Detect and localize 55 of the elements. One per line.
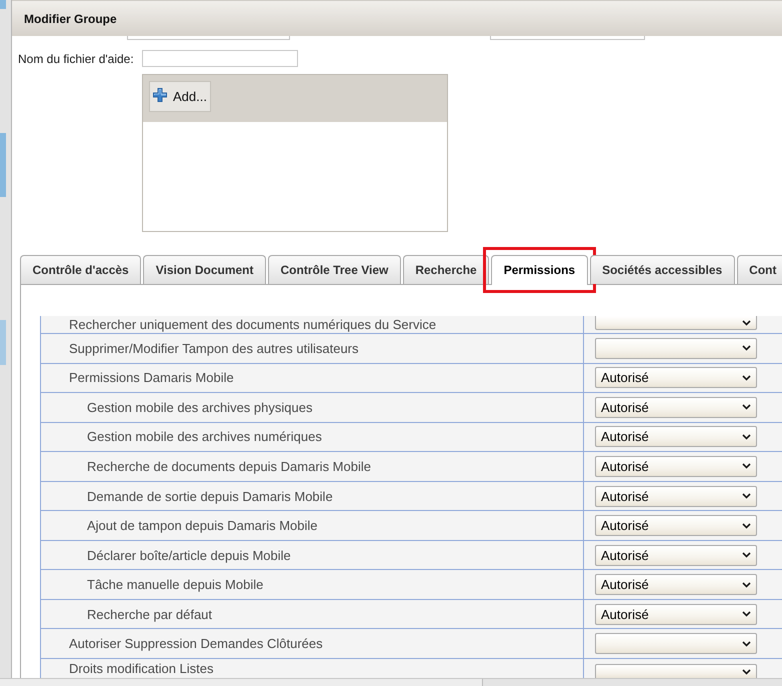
tab[interactable]: Permissions — [491, 255, 588, 285]
permission-name: Supprimer/Modifier Tampon des autres utilisateurs — [41, 334, 584, 364]
permission-select[interactable]: Autorisé — [595, 574, 757, 596]
permission-name: Tâche manuelle depuis Mobile — [41, 570, 584, 600]
text-field[interactable] — [490, 36, 645, 40]
tab[interactable]: Contrôle d'accès — [20, 255, 142, 284]
permission-name: Recherche de documents depuis Damaris Mobile — [41, 452, 584, 482]
permission-name: Droits modification Listes — [41, 659, 584, 678]
permission-select[interactable]: Autorisé — [595, 604, 757, 625]
chevron-down-icon — [742, 374, 751, 381]
permission-select[interactable] — [595, 316, 757, 330]
permission-select[interactable]: Autorisé — [595, 486, 757, 506]
plus-icon — [153, 88, 167, 102]
chevron-down-icon — [742, 434, 751, 440]
tab[interactable]: Sociétés accessibles — [590, 255, 735, 284]
permission-name: Ajout de tampon depuis Damaris Mobile — [41, 511, 584, 541]
chevron-down-icon — [742, 582, 751, 588]
permission-select[interactable]: Autorisé — [595, 544, 757, 566]
permission-name: Demande de sortie depuis Damaris Mobile — [41, 482, 584, 512]
permission-select[interactable]: Autorisé — [595, 515, 757, 536]
chevron-down-icon — [742, 320, 751, 326]
tab[interactable]: Contrôle Tree View — [268, 255, 401, 284]
horizontal-scrollbar[interactable] — [0, 678, 782, 686]
text-field[interactable] — [127, 36, 290, 40]
permission-name: Déclarer boîte/article depuis Mobile — [41, 540, 584, 570]
permission-name: Autoriser Suppression Demandes Clôturées — [41, 629, 584, 660]
permission-select[interactable]: Autorisé — [595, 456, 757, 477]
add-button[interactable]: Add... — [149, 81, 211, 112]
chevron-down-icon — [742, 668, 751, 675]
permission-name: Permissions Damaris Mobile — [41, 364, 584, 394]
chevron-down-icon — [742, 463, 751, 470]
permission-name: Gestion mobile des archives physiques — [41, 393, 584, 423]
chevron-down-icon — [742, 552, 751, 558]
permission-select[interactable]: Autorisé — [595, 367, 757, 388]
tab[interactable]: Cont — [736, 255, 782, 284]
chevron-down-icon — [742, 404, 751, 410]
scrollbar-thumb[interactable] — [0, 679, 483, 686]
tab[interactable]: Vision Document — [143, 255, 266, 284]
tab[interactable]: Recherche — [402, 255, 490, 284]
chevron-down-icon — [742, 345, 751, 352]
help-file-label: Nom du fichier d'aide: — [18, 52, 135, 66]
permission-name: Gestion mobile des archives numériques — [41, 422, 584, 452]
permission-select[interactable] — [595, 633, 757, 654]
permission-select[interactable]: Autorisé — [595, 426, 757, 448]
chevron-down-icon — [742, 640, 751, 647]
permission-select[interactable] — [595, 664, 757, 678]
permission-name: Rechercher uniquement des documents numériques du Service — [41, 316, 584, 334]
window-title: Modifier Groupe — [24, 12, 117, 26]
permission-name: Recherche par défaut — [41, 600, 584, 630]
chevron-down-icon — [742, 493, 751, 499]
permission-select[interactable] — [595, 338, 757, 359]
permission-select[interactable]: Autorisé — [595, 396, 757, 418]
help-file-field[interactable] — [142, 50, 298, 67]
chevron-down-icon — [742, 611, 751, 618]
chevron-down-icon — [742, 522, 751, 529]
